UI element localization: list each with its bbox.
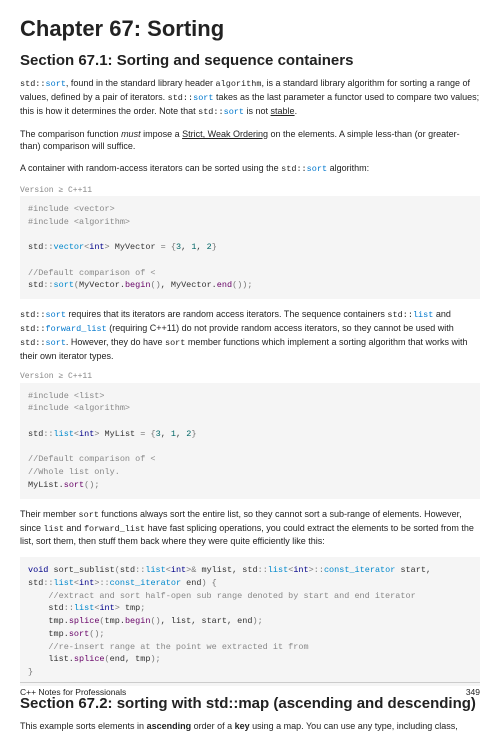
version-label-1: Version ≥ C++11 — [20, 185, 480, 196]
section-1-para-4: std::sort requires that its iterators ar… — [20, 308, 480, 362]
page-number: 349 — [466, 687, 480, 697]
section-1-para-2: The comparison function must impose a St… — [20, 128, 480, 153]
code-block-1: #include <vector> #include <algorithm> s… — [20, 196, 480, 299]
section-1-title: Section 67.1: Sorting and sequence conta… — [20, 52, 480, 69]
section-2-title: Section 67.2: sorting with std::map (asc… — [20, 695, 480, 712]
page-footer: C++ Notes for Professionals 349 — [20, 682, 480, 697]
code-block-3: void sort_sublist(std::list<int>& mylist… — [20, 557, 480, 686]
section-1-para-5: Their member sort functions always sort … — [20, 508, 480, 548]
footer-left: C++ Notes for Professionals — [20, 687, 126, 697]
chapter-title: Chapter 67: Sorting — [20, 16, 480, 42]
version-label-2: Version ≥ C++11 — [20, 371, 480, 382]
section-2-para-1: This example sorts elements in ascending… — [20, 720, 480, 732]
section-1-para-3: A container with random-access iterators… — [20, 162, 480, 176]
code-block-2: #include <list> #include <algorithm> std… — [20, 383, 480, 499]
section-1-para-1: std::sort, found in the standard library… — [20, 77, 480, 119]
